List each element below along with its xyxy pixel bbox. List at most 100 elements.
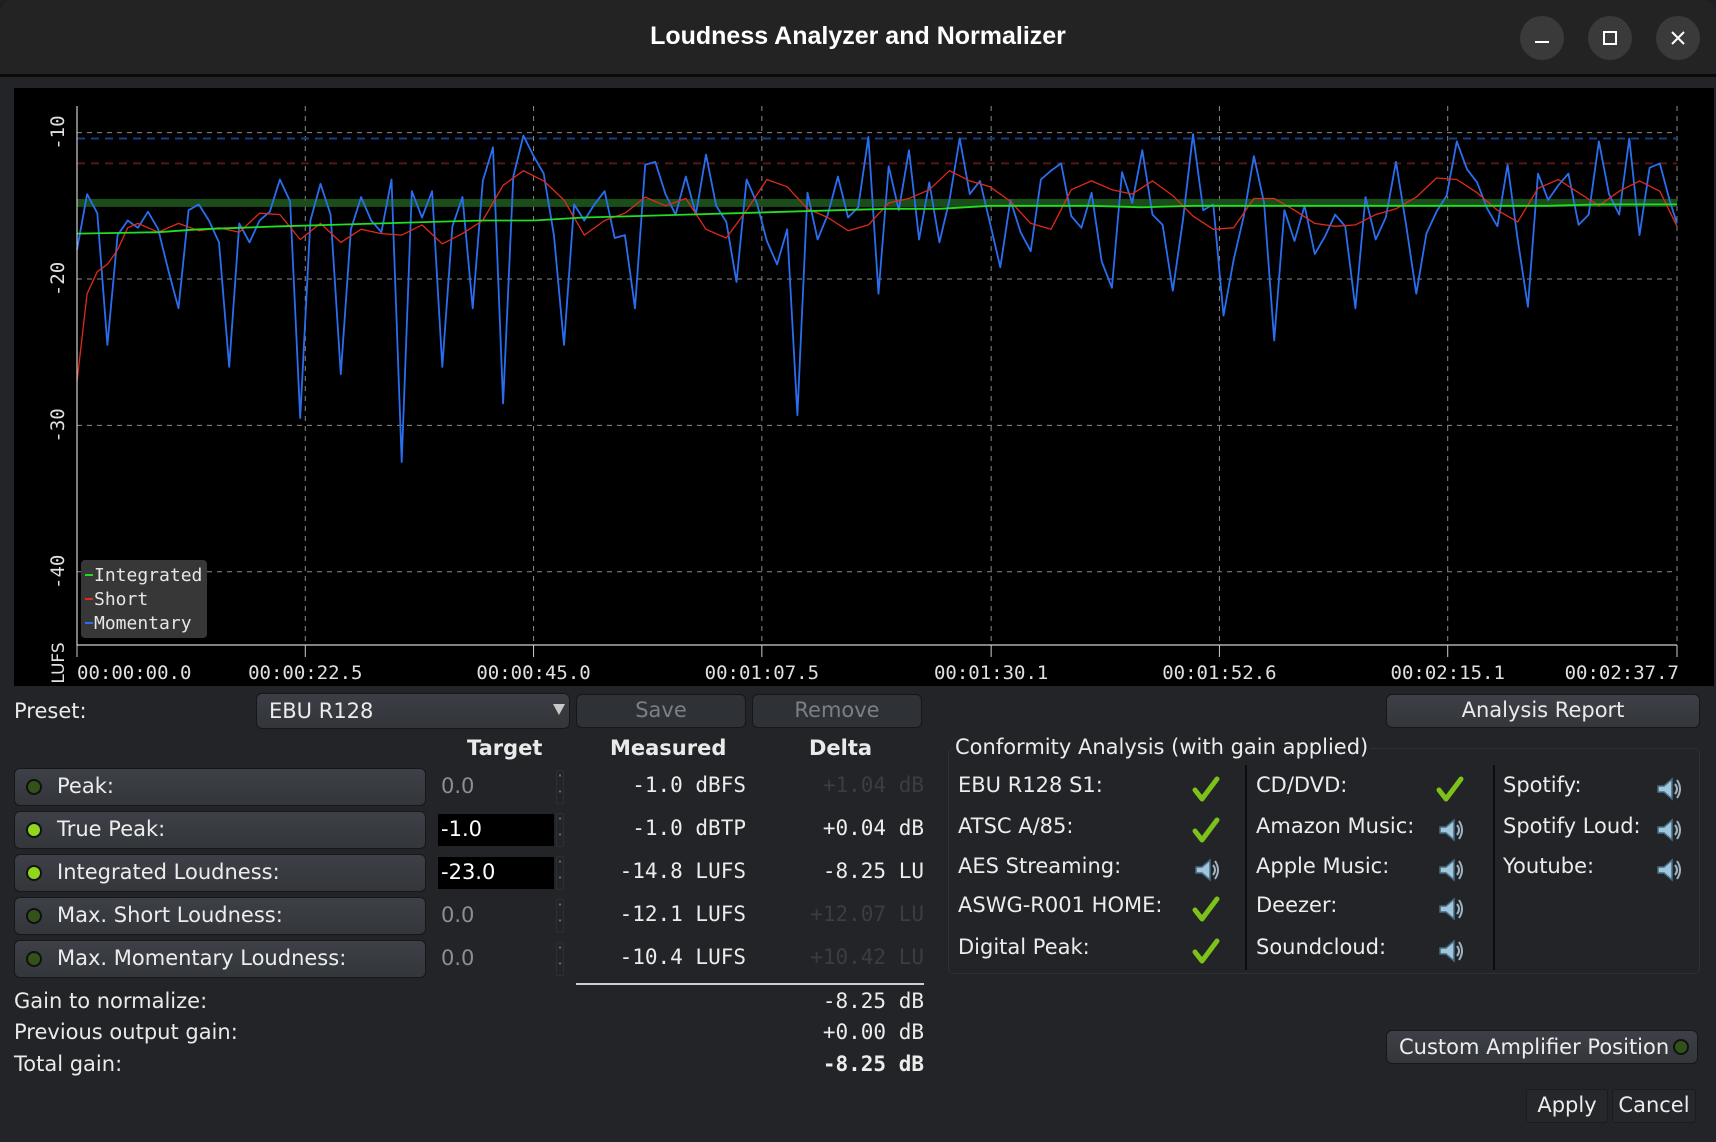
preset-value: EBU R128 bbox=[269, 699, 374, 723]
led-indicator-icon bbox=[26, 908, 42, 924]
measurement-label: Integrated Loudness: bbox=[57, 860, 280, 884]
measurement-toggle-button[interactable]: Integrated Loudness: bbox=[14, 854, 426, 892]
check-icon bbox=[1192, 817, 1220, 843]
custom-amplifier-toggle[interactable]: Custom Amplifier Position bbox=[1386, 1030, 1698, 1064]
preset-label: Preset: bbox=[14, 699, 87, 723]
minimize-button[interactable] bbox=[1520, 16, 1564, 60]
target-input[interactable]: 0.0 bbox=[438, 900, 554, 932]
maximize-button[interactable] bbox=[1588, 16, 1632, 60]
analysis-report-button[interactable]: Analysis Report bbox=[1386, 694, 1700, 728]
measurement-toggle-button[interactable]: True Peak: bbox=[14, 811, 426, 849]
conformity-label: Soundcloud: bbox=[1256, 935, 1387, 959]
x-tick-label: 00:01:52.6 bbox=[1162, 662, 1276, 684]
previous-gain-label: Previous output gain: bbox=[14, 1020, 238, 1044]
spin-up-icon[interactable]: ˄ bbox=[557, 861, 563, 869]
gain-normalize-label: Gain to normalize: bbox=[14, 989, 208, 1013]
measurement-toggle-button[interactable]: Max. Short Loudness: bbox=[14, 897, 426, 935]
conformity-label: EBU R128 S1: bbox=[958, 773, 1103, 797]
conformity-label: Apple Music: bbox=[1256, 854, 1390, 878]
loudness-chart-svg: -10 -20 -30 -40 00:00:00.0 00:00:22.5 00:00:45… bbox=[47, 106, 1679, 684]
title-bar: Loudness Analyzer and Normalizer bbox=[0, 0, 1716, 77]
target-input[interactable]: -1.0 bbox=[438, 814, 554, 846]
check-icon bbox=[1192, 776, 1220, 802]
preset-select[interactable]: EBU R128 bbox=[256, 693, 570, 729]
target-spinner[interactable]: ˄ ˅ bbox=[556, 770, 564, 804]
conformity-divider bbox=[1493, 765, 1495, 970]
amplifier-led-indicator bbox=[1673, 1039, 1689, 1055]
loudness-chart: -10 -20 -30 -40 00:00:00.0 00:00:22.5 00:00:45… bbox=[14, 88, 1714, 686]
conformity-label: Spotify: bbox=[1503, 773, 1582, 797]
x-tick-label: 00:01:07.5 bbox=[705, 662, 819, 684]
target-spinner[interactable]: ˄ ˅ bbox=[556, 899, 564, 933]
spin-up-icon[interactable]: ˄ bbox=[557, 775, 563, 783]
chart-series bbox=[76, 133, 1678, 463]
target-spinner[interactable]: ˄ ˅ bbox=[556, 942, 564, 976]
led-indicator-icon bbox=[26, 865, 42, 881]
spin-up-icon[interactable]: ˄ bbox=[557, 818, 563, 826]
delta-value: +0.04 dB bbox=[822, 816, 924, 840]
measurement-toggle-button[interactable]: Max. Momentary Loudness: bbox=[14, 940, 426, 978]
target-input[interactable]: 0.0 bbox=[438, 943, 554, 975]
measured-value: -14.8 LUFS bbox=[619, 859, 746, 883]
spin-down-icon[interactable]: ˅ bbox=[557, 963, 563, 971]
measurement-label: Max. Short Loudness: bbox=[57, 903, 283, 927]
delta-value: +12.07 LU bbox=[810, 902, 924, 926]
y-tick-label: -10 bbox=[47, 115, 69, 149]
check-icon bbox=[1192, 938, 1220, 964]
measured-value: -10.4 LUFS bbox=[619, 945, 746, 969]
spin-down-icon[interactable]: ˅ bbox=[557, 791, 563, 799]
close-button[interactable] bbox=[1656, 16, 1700, 60]
check-icon bbox=[1192, 896, 1220, 922]
conformity-label: Amazon Music: bbox=[1256, 814, 1415, 838]
target-spinner[interactable]: ˄ ˅ bbox=[556, 856, 564, 890]
x-tick-label: 00:00:45.0 bbox=[476, 662, 590, 684]
conformity-label: Digital Peak: bbox=[958, 935, 1090, 959]
measurement-label: Peak: bbox=[57, 774, 114, 798]
measured-value: -1.0 dBFS bbox=[632, 773, 746, 797]
led-indicator-icon bbox=[26, 779, 42, 795]
measured-separator bbox=[576, 983, 924, 985]
series-line-integrated bbox=[76, 203, 1677, 235]
conformity-label: AES Streaming: bbox=[958, 854, 1122, 878]
measurement-toggle-button[interactable]: Peak: bbox=[14, 768, 426, 806]
speaker-icon bbox=[1657, 818, 1681, 842]
save-preset-button[interactable]: Save bbox=[576, 694, 746, 728]
measurement-label: True Peak: bbox=[57, 817, 166, 841]
chart-grid bbox=[77, 106, 1678, 645]
target-input[interactable]: 0.0 bbox=[438, 771, 554, 803]
check-icon bbox=[1436, 776, 1464, 802]
legend-label: Integrated bbox=[94, 565, 202, 586]
delta-value: +1.04 dB bbox=[822, 773, 924, 797]
legend-label: Momentary bbox=[94, 613, 192, 634]
measured-header: Measured bbox=[610, 736, 727, 760]
conformity-label: ASWG-R001 HOME: bbox=[958, 893, 1163, 917]
spin-down-icon[interactable]: ˅ bbox=[557, 877, 563, 885]
measured-value: -1.0 dBTP bbox=[632, 816, 746, 840]
speaker-icon bbox=[1439, 858, 1463, 882]
delta-value: +10.42 LU bbox=[810, 945, 924, 969]
x-tick-label: 00:02:37.7 bbox=[1565, 662, 1679, 684]
x-tick-label: 00:00:00.0 bbox=[77, 662, 191, 684]
conformity-label: Spotify Loud: bbox=[1503, 814, 1641, 838]
spin-up-icon[interactable]: ˄ bbox=[557, 904, 563, 912]
target-spinner[interactable]: ˄ ˅ bbox=[556, 813, 564, 847]
speaker-icon bbox=[1439, 939, 1463, 963]
x-tick-label: 00:01:30.1 bbox=[934, 662, 1048, 684]
dropdown-arrow-icon bbox=[553, 704, 565, 715]
cancel-button[interactable]: Cancel bbox=[1612, 1089, 1696, 1123]
window-title: Loudness Analyzer and Normalizer bbox=[650, 22, 1066, 50]
previous-gain-value: +0.00 dB bbox=[822, 1020, 924, 1044]
spin-down-icon[interactable]: ˅ bbox=[557, 920, 563, 928]
spin-up-icon[interactable]: ˄ bbox=[557, 947, 563, 955]
y-tick-label: -20 bbox=[47, 262, 69, 296]
spin-down-icon[interactable]: ˅ bbox=[557, 834, 563, 842]
remove-preset-button[interactable]: Remove bbox=[752, 694, 922, 728]
conformity-label: Youtube: bbox=[1503, 854, 1595, 878]
led-indicator-icon bbox=[26, 822, 42, 838]
target-input[interactable]: -23.0 bbox=[438, 857, 554, 889]
total-gain-label: Total gain: bbox=[14, 1052, 123, 1076]
conformity-label: CD/DVD: bbox=[1256, 773, 1348, 797]
apply-button[interactable]: Apply bbox=[1526, 1089, 1608, 1123]
speaker-icon bbox=[1439, 818, 1463, 842]
chart-axes: -10 -20 -30 -40 00:00:00.0 00:00:22.5 00:00:45… bbox=[47, 106, 1679, 684]
